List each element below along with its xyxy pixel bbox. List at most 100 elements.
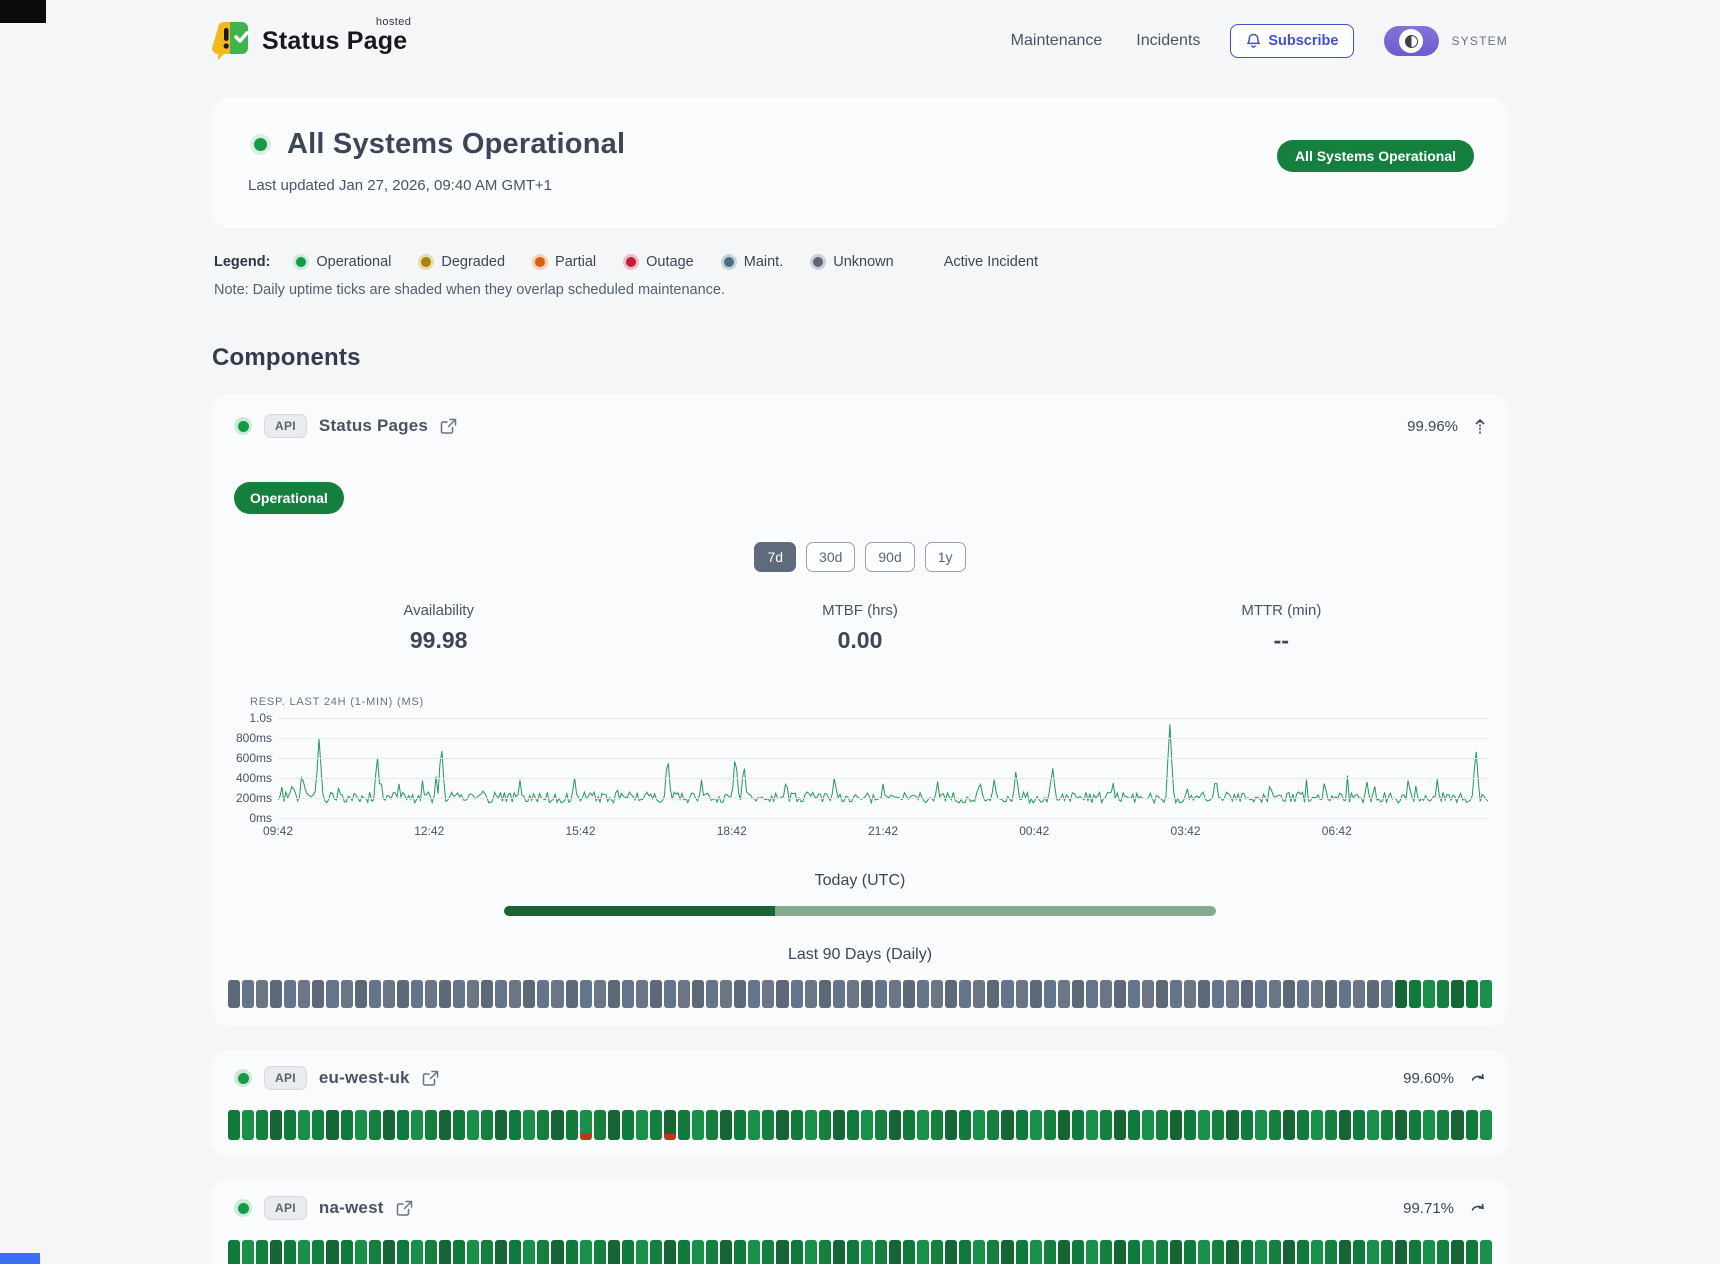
uptime-day-tick[interactable] — [762, 1240, 774, 1264]
uptime-day-tick[interactable] — [805, 1110, 817, 1140]
uptime-day-tick[interactable] — [341, 1110, 353, 1140]
uptime-day-tick[interactable] — [1212, 1240, 1224, 1264]
uptime-day-tick[interactable] — [748, 980, 760, 1008]
uptime-day-tick[interactable] — [566, 1240, 578, 1264]
uptime-day-tick[interactable] — [1184, 980, 1196, 1008]
uptime-day-tick[interactable] — [1170, 980, 1182, 1008]
uptime-day-tick[interactable] — [551, 980, 563, 1008]
uptime-day-tick[interactable] — [847, 1110, 859, 1140]
uptime-day-tick[interactable] — [551, 1110, 563, 1140]
uptime-day-tick[interactable] — [256, 980, 268, 1008]
nav-link-maintenance[interactable]: Maintenance — [1011, 32, 1103, 50]
uptime-day-tick[interactable] — [819, 980, 831, 1008]
uptime-day-tick[interactable] — [425, 1110, 437, 1140]
uptime-day-tick[interactable] — [861, 1240, 873, 1264]
uptime-day-tick[interactable] — [1466, 1110, 1478, 1140]
uptime-day-tick[interactable] — [594, 1110, 606, 1140]
uptime-day-tick[interactable] — [523, 1110, 535, 1140]
uptime-day-tick[interactable] — [467, 980, 479, 1008]
uptime-day-tick[interactable] — [791, 1240, 803, 1264]
uptime-day-tick[interactable] — [1255, 1240, 1267, 1264]
uptime-day-tick[interactable] — [692, 1240, 704, 1264]
uptime-day-tick[interactable] — [594, 980, 606, 1008]
uptime-day-tick[interactable] — [1170, 1240, 1182, 1264]
uptime-day-tick[interactable] — [580, 1110, 592, 1140]
uptime-day-tick[interactable] — [1381, 1240, 1393, 1264]
uptime-day-tick[interactable] — [453, 1110, 465, 1140]
uptime-day-tick[interactable] — [608, 1240, 620, 1264]
uptime-day-tick[interactable] — [903, 1240, 915, 1264]
uptime-day-tick[interactable] — [1170, 1110, 1182, 1140]
uptime-day-tick[interactable] — [1353, 1110, 1365, 1140]
uptime-day-tick[interactable] — [1466, 980, 1478, 1008]
uptime-day-tick[interactable] — [594, 1240, 606, 1264]
uptime-day-tick[interactable] — [537, 1240, 549, 1264]
uptime-day-tick[interactable] — [1058, 1110, 1070, 1140]
uptime-day-tick[interactable] — [1283, 980, 1295, 1008]
component-header[interactable]: API eu-west-uk 99.60% — [228, 1062, 1492, 1094]
uptime-day-tick[interactable] — [256, 1110, 268, 1140]
uptime-day-tick[interactable] — [580, 980, 592, 1008]
uptime-day-tick[interactable] — [453, 980, 465, 1008]
uptime-day-tick[interactable] — [1212, 980, 1224, 1008]
uptime-day-tick[interactable] — [664, 980, 676, 1008]
uptime-day-tick[interactable] — [987, 1110, 999, 1140]
uptime-day-tick[interactable] — [1184, 1240, 1196, 1264]
uptime-day-tick[interactable] — [1283, 1110, 1295, 1140]
uptime-day-tick[interactable] — [341, 980, 353, 1008]
uptime-day-tick[interactable] — [537, 980, 549, 1008]
uptime-day-tick[interactable] — [692, 980, 704, 1008]
uptime-day-tick[interactable] — [439, 1110, 451, 1140]
uptime-day-tick[interactable] — [903, 1110, 915, 1140]
uptime-day-tick[interactable] — [833, 980, 845, 1008]
expand-arrow-icon[interactable] — [1470, 1201, 1486, 1215]
uptime-day-tick[interactable] — [1311, 1240, 1323, 1264]
uptime-day-tick[interactable] — [1353, 1240, 1365, 1264]
uptime-day-tick[interactable] — [228, 1110, 240, 1140]
uptime-day-tick[interactable] — [1156, 1110, 1168, 1140]
uptime-day-tick[interactable] — [1437, 1110, 1449, 1140]
uptime-day-tick[interactable] — [566, 980, 578, 1008]
uptime-day-tick[interactable] — [1451, 980, 1463, 1008]
uptime-day-tick[interactable] — [706, 1110, 718, 1140]
uptime-day-tick[interactable] — [1114, 1110, 1126, 1140]
uptime-day-tick[interactable] — [1480, 980, 1492, 1008]
uptime-day-tick[interactable] — [931, 980, 943, 1008]
uptime-day-tick[interactable] — [425, 1240, 437, 1264]
uptime-day-tick[interactable] — [467, 1110, 479, 1140]
uptime-day-tick[interactable] — [1016, 980, 1028, 1008]
uptime-day-tick[interactable] — [706, 1240, 718, 1264]
uptime-day-tick[interactable] — [270, 1240, 282, 1264]
uptime-day-tick[interactable] — [537, 1110, 549, 1140]
uptime-day-tick[interactable] — [776, 1110, 788, 1140]
uptime-day-tick[interactable] — [1395, 980, 1407, 1008]
uptime-day-tick[interactable] — [1297, 980, 1309, 1008]
uptime-day-tick[interactable] — [1072, 1240, 1084, 1264]
uptime-day-tick[interactable] — [383, 1110, 395, 1140]
uptime-day-tick[interactable] — [1255, 980, 1267, 1008]
uptime-day-tick[interactable] — [692, 1110, 704, 1140]
uptime-day-tick[interactable] — [734, 1110, 746, 1140]
uptime-day-tick[interactable] — [1142, 1110, 1154, 1140]
uptime-day-tick[interactable] — [945, 1110, 957, 1140]
uptime-day-tick[interactable] — [1128, 1110, 1140, 1140]
uptime-day-tick[interactable] — [580, 1240, 592, 1264]
uptime-day-tick[interactable] — [284, 1240, 296, 1264]
uptime-day-tick[interactable] — [917, 1110, 929, 1140]
uptime-day-tick[interactable] — [847, 980, 859, 1008]
uptime-day-tick[interactable] — [819, 1110, 831, 1140]
uptime-day-tick[interactable] — [776, 1240, 788, 1264]
uptime-day-tick[interactable] — [748, 1240, 760, 1264]
uptime-day-tick[interactable] — [636, 1110, 648, 1140]
uptime-day-tick[interactable] — [1128, 980, 1140, 1008]
uptime-day-tick[interactable] — [1142, 1240, 1154, 1264]
uptime-day-tick[interactable] — [1044, 980, 1056, 1008]
uptime-day-tick[interactable] — [748, 1110, 760, 1140]
uptime-day-tick[interactable] — [551, 1240, 563, 1264]
uptime-day-tick[interactable] — [1156, 1240, 1168, 1264]
uptime-day-tick[interactable] — [397, 980, 409, 1008]
uptime-day-tick[interactable] — [369, 980, 381, 1008]
uptime-day-tick[interactable] — [1437, 1240, 1449, 1264]
uptime-day-tick[interactable] — [1297, 1240, 1309, 1264]
uptime-day-tick[interactable] — [1451, 1110, 1463, 1140]
